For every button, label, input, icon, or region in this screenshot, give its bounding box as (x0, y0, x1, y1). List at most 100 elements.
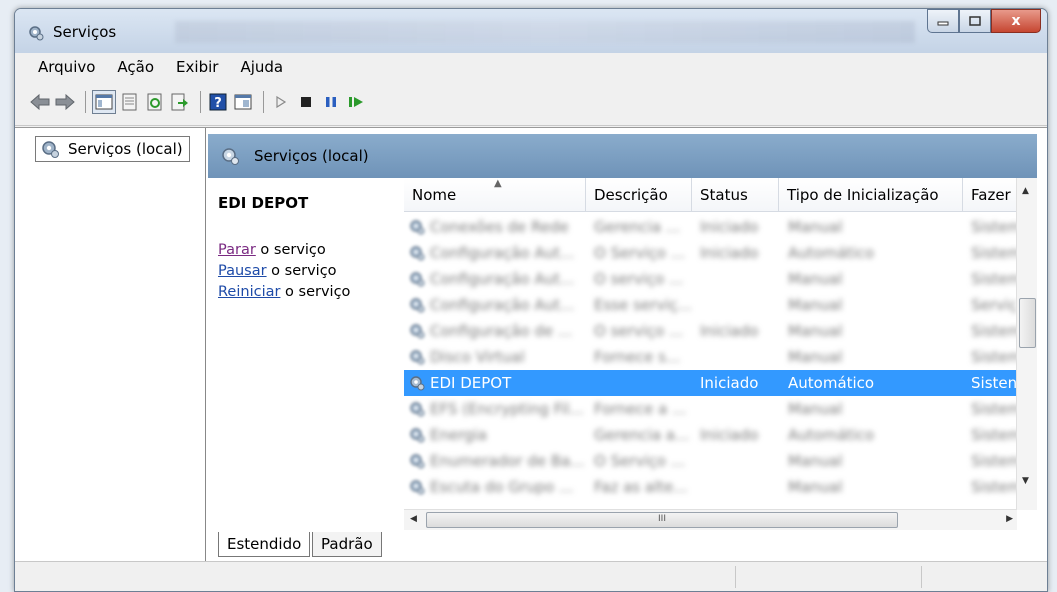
toolbar-separator (85, 91, 86, 113)
cell-startup: Manual (788, 270, 843, 288)
forward-arrow-icon (55, 94, 75, 110)
column-header-startup-type[interactable]: Tipo de Inicialização (779, 178, 963, 212)
status-divider (921, 566, 922, 588)
scroll-down-icon[interactable]: ▼ (1022, 476, 1029, 486)
services-gear-icon (222, 148, 239, 165)
service-gear-icon (410, 246, 425, 261)
cell-desc: O serviço ... (594, 322, 684, 340)
cell-startup: Automático (788, 426, 875, 444)
table-row[interactable]: Configuração Aut... Esse serviç... Manual S… (404, 292, 1017, 318)
table-row[interactable]: EDI DEPOT Iniciado Automático Sisten (404, 370, 1017, 396)
window-title: Serviços (53, 23, 117, 41)
forward-button[interactable] (54, 91, 76, 113)
resume-service-button[interactable] (345, 91, 367, 113)
table-row[interactable]: Enumerador de Ba... O Serviço ... Manual Si… (404, 448, 1022, 474)
cell-desc: Fornece a ... (594, 400, 687, 418)
selected-service-name: EDI DEPOT (218, 194, 309, 212)
table-row[interactable]: EFS (Encrypting Fil... Fornece a ... Manua… (404, 396, 1022, 422)
properties-button[interactable] (119, 91, 141, 113)
service-gear-icon (410, 272, 425, 287)
cell-status (700, 344, 780, 370)
maximize-button[interactable] (959, 9, 991, 33)
column-header-name[interactable]: ▲ Nome (404, 178, 586, 212)
refresh-icon (147, 93, 162, 111)
tab-label: Estendido (227, 535, 302, 553)
cell-status (700, 266, 780, 292)
table-row[interactable]: Energia Gerencia a... Iniciado Automático Si… (404, 422, 1022, 448)
vertical-scrollbar[interactable]: ▲ ▼ (1016, 178, 1037, 510)
panel-title: Serviços (local) (254, 147, 369, 165)
back-button[interactable] (29, 91, 51, 113)
view-icon (234, 94, 252, 110)
maximize-icon (969, 16, 981, 26)
title-bar[interactable]: Serviços x (15, 9, 1047, 53)
cell-status: Iniciado (700, 426, 759, 444)
start-service-button[interactable] (270, 91, 292, 113)
menu-ajuda[interactable]: Ajuda (240, 58, 283, 76)
stop-service-link[interactable]: Parar (218, 242, 256, 258)
cell-desc: Gerencia a... (594, 426, 690, 444)
status-divider (735, 566, 736, 588)
service-gear-icon (410, 220, 425, 235)
cell-desc: Fornece s... (594, 348, 681, 366)
tab-extended[interactable]: Estendido (218, 532, 311, 557)
cell-startup: Manual (788, 348, 843, 366)
services-window: Serviços x Arquivo Ação Exibir Ajuda ? S… (14, 8, 1048, 592)
cell-status: Iniciado (700, 244, 759, 262)
scroll-up-icon[interactable]: ▲ (1022, 186, 1029, 196)
cell-status: Iniciado (700, 218, 759, 236)
column-header-description[interactable]: Descrição (586, 178, 692, 212)
scroll-left-icon[interactable]: ◀ (410, 514, 417, 524)
service-gear-icon (410, 298, 425, 313)
services-gear-icon (42, 141, 59, 158)
scroll-right-icon[interactable]: ▶ (1006, 514, 1013, 524)
cell-status (700, 474, 780, 500)
stop-service-button[interactable] (295, 91, 317, 113)
tree-item-services-local[interactable]: Serviços (local) (35, 136, 190, 162)
service-actions: Parar o serviço Pausar o serviço Reinici… (218, 240, 350, 303)
sort-ascending-icon: ▲ (494, 178, 502, 189)
service-description-pane: EDI DEPOT Parar o serviço Pausar o servi… (208, 178, 403, 533)
vertical-scroll-thumb[interactable] (1019, 298, 1036, 348)
console-tree-icon (95, 94, 113, 110)
column-header-status[interactable]: Status (692, 178, 779, 212)
horizontal-scrollbar[interactable]: ◀ III ▶ (404, 509, 1017, 530)
tab-standard[interactable]: Padrão (312, 532, 382, 557)
svg-text:?: ? (214, 96, 222, 111)
properties-icon (122, 93, 137, 111)
table-row[interactable]: Escuta do Grupo ... Faz as alte... Manual S… (404, 474, 1022, 500)
help-button[interactable]: ? (207, 91, 229, 113)
table-row[interactable]: Conexões de Rede Gerencia ... Iniciado Manu… (404, 214, 1022, 240)
cell-status (700, 396, 780, 422)
table-row[interactable]: Configuração Aut... O serviço ... Manual Si… (404, 266, 1022, 292)
pause-service-link[interactable]: Pausar (218, 263, 267, 279)
cell-status: Iniciado (700, 322, 759, 340)
minimize-icon (937, 21, 949, 26)
menu-arquivo[interactable]: Arquivo (38, 58, 95, 76)
view-button[interactable] (232, 91, 254, 113)
refresh-button[interactable] (144, 91, 166, 113)
horizontal-scroll-thumb[interactable]: III (426, 512, 898, 528)
menu-acao[interactable]: Ação (117, 58, 154, 76)
pause-service-button[interactable] (320, 91, 342, 113)
service-gear-icon (410, 428, 425, 443)
column-header-label: Nome (412, 185, 457, 204)
table-row[interactable]: Configuração de ... O serviço ... Iniciado… (404, 318, 1022, 344)
back-arrow-icon (30, 94, 50, 110)
menu-exibir[interactable]: Exibir (176, 58, 218, 76)
tree-item-label: Serviços (local) (68, 140, 183, 158)
export-list-button[interactable] (169, 91, 191, 113)
service-gear-icon (410, 402, 425, 417)
tab-label: Padrão (321, 535, 373, 553)
restart-service-link[interactable]: Reiniciar (218, 284, 280, 300)
service-gear-icon (410, 480, 425, 495)
table-row[interactable]: Disco Virtual Fornece s... Manual Sistem (404, 344, 1022, 370)
cell-startup: Manual (788, 452, 843, 470)
cell-startup: Automático (788, 244, 875, 262)
minimize-button[interactable] (927, 9, 959, 33)
cell-startup: Manual (788, 296, 843, 314)
close-button[interactable]: x (991, 9, 1041, 33)
table-row[interactable]: Configuração Aut... O Serviço ... Iniciado… (404, 240, 1022, 266)
column-header-log-on-as[interactable]: Fazer (963, 178, 1023, 212)
console-tree-button[interactable] (92, 90, 116, 114)
